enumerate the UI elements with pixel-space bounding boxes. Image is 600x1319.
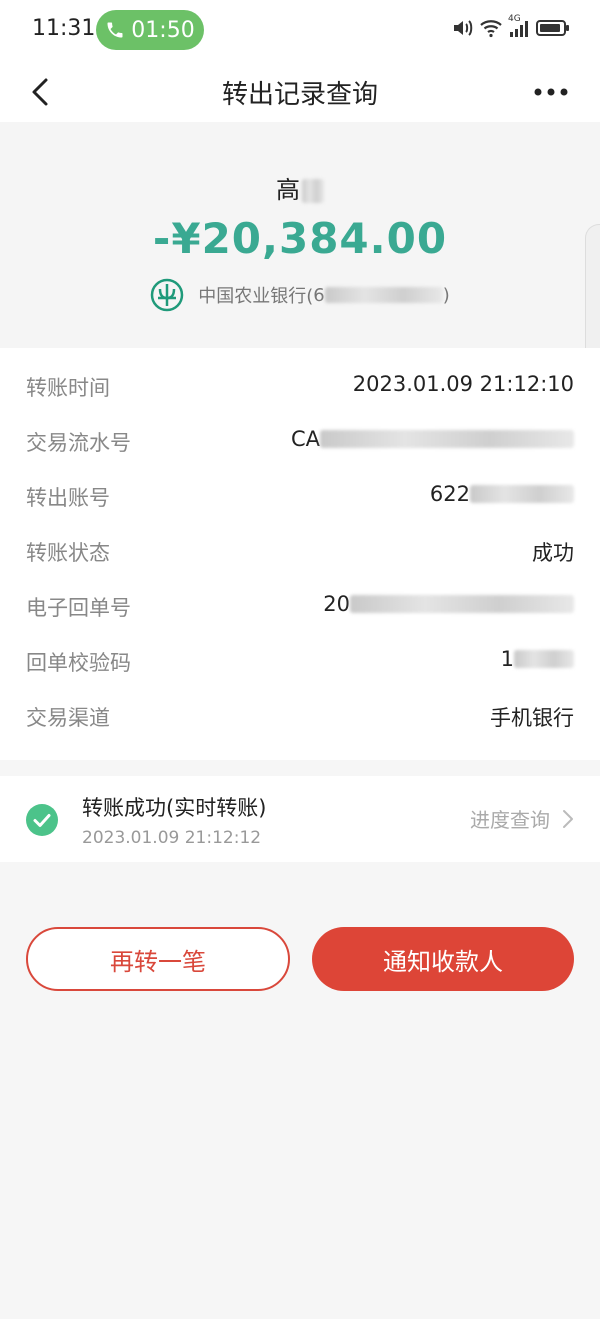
detail-row-receipt-number: 电子回单号 20 — [0, 580, 600, 635]
transfer-amount: -¥20,384.00 — [152, 214, 448, 263]
detail-row-serial-number: 交易流水号 CA — [0, 415, 600, 470]
detail-value: 622 — [430, 482, 574, 506]
detail-row-verification-code: 回单校验码 1 — [0, 635, 600, 690]
bank-account-visible: 6 — [313, 284, 325, 306]
detail-value: CA — [291, 427, 574, 451]
status-timestamp: 2023.01.09 21:12:12 — [82, 828, 262, 848]
redacted-value — [514, 650, 574, 668]
signal-indicator: 4G — [508, 14, 530, 38]
detail-value: 成功 — [532, 537, 574, 567]
detail-label: 交易流水号 — [26, 431, 131, 455]
more-button[interactable] — [526, 72, 576, 112]
progress-query-label: 进度查询 — [470, 808, 550, 832]
progress-query-link[interactable]: 进度查询 — [470, 804, 574, 833]
redacted-value — [350, 595, 574, 613]
network-label: 4G — [508, 14, 521, 24]
redacted-value — [470, 485, 574, 503]
detail-row-transfer-time: 转账时间 2023.01.09 21:12:10 — [0, 360, 600, 415]
detail-value: 手机银行 — [490, 702, 574, 732]
status-title: 转账成功(实时转账) — [82, 796, 267, 820]
detail-value-text: 2023.01.09 21:12:10 — [352, 372, 574, 396]
battery-icon — [536, 20, 569, 36]
detail-label: 转出账号 — [26, 486, 110, 510]
bank-info: 中国农业银行(6) — [0, 278, 600, 312]
phone-icon — [107, 22, 123, 38]
check-circle-icon — [26, 804, 58, 836]
transfer-details: 转账时间 2023.01.09 21:12:10 交易流水号 CA 转出账号 6… — [0, 348, 600, 760]
call-timer: 01:50 — [131, 17, 195, 43]
detail-value-text: CA — [290, 427, 320, 451]
transfer-status-card[interactable]: 转账成功(实时转账) 2023.01.09 21:12:12 进度查询 — [0, 776, 600, 862]
bank-suffix: ) — [442, 284, 450, 306]
call-timer-pill[interactable]: 01:50 — [96, 10, 204, 50]
redacted-value — [320, 430, 574, 448]
abc-bank-logo-icon — [150, 278, 184, 312]
status-icons: 4G — [452, 14, 570, 38]
detail-value-text: 成功 — [532, 541, 574, 565]
detail-label: 交易渠道 — [26, 706, 110, 730]
redacted-account — [324, 287, 443, 303]
status-time: 11:31 — [32, 16, 96, 41]
payee-surname: 高 — [276, 176, 300, 204]
detail-value-text: 手机银行 — [490, 706, 574, 730]
transfer-summary: 高 -¥20,384.00 中国农业银行(6) — [0, 122, 600, 348]
transfer-again-button[interactable]: 再转一笔 — [26, 927, 290, 991]
detail-value: 20 — [323, 592, 574, 616]
detail-label: 回单校验码 — [26, 651, 131, 675]
detail-label: 转账状态 — [26, 541, 110, 565]
bank-name: 中国农业银行( — [198, 286, 314, 307]
payee-name: 高 — [0, 170, 600, 205]
detail-label: 电子回单号 — [26, 596, 131, 620]
more-icon — [534, 88, 568, 96]
detail-value: 1 — [501, 647, 574, 671]
status-bar: 11:31 01:50 4G — [0, 0, 600, 62]
detail-value-text: 20 — [323, 592, 350, 616]
page-title: 转出记录查询 — [221, 80, 378, 110]
chevron-right-icon — [563, 809, 573, 828]
detail-label: 转账时间 — [26, 376, 110, 400]
notify-payee-button[interactable]: 通知收款人 — [312, 927, 574, 991]
detail-value-text: 622 — [429, 482, 470, 506]
nav-bar: 转出记录查询 — [0, 62, 600, 122]
detail-row-status: 转账状态 成功 — [0, 525, 600, 580]
wifi-icon — [480, 20, 502, 38]
detail-row-channel: 交易渠道 手机银行 — [0, 690, 600, 745]
detail-value: 2023.01.09 21:12:10 — [353, 372, 574, 396]
detail-value-text: 1 — [500, 647, 514, 671]
redacted-name — [302, 179, 324, 203]
volume-icon — [454, 20, 473, 36]
detail-row-account: 转出账号 622 — [0, 470, 600, 525]
